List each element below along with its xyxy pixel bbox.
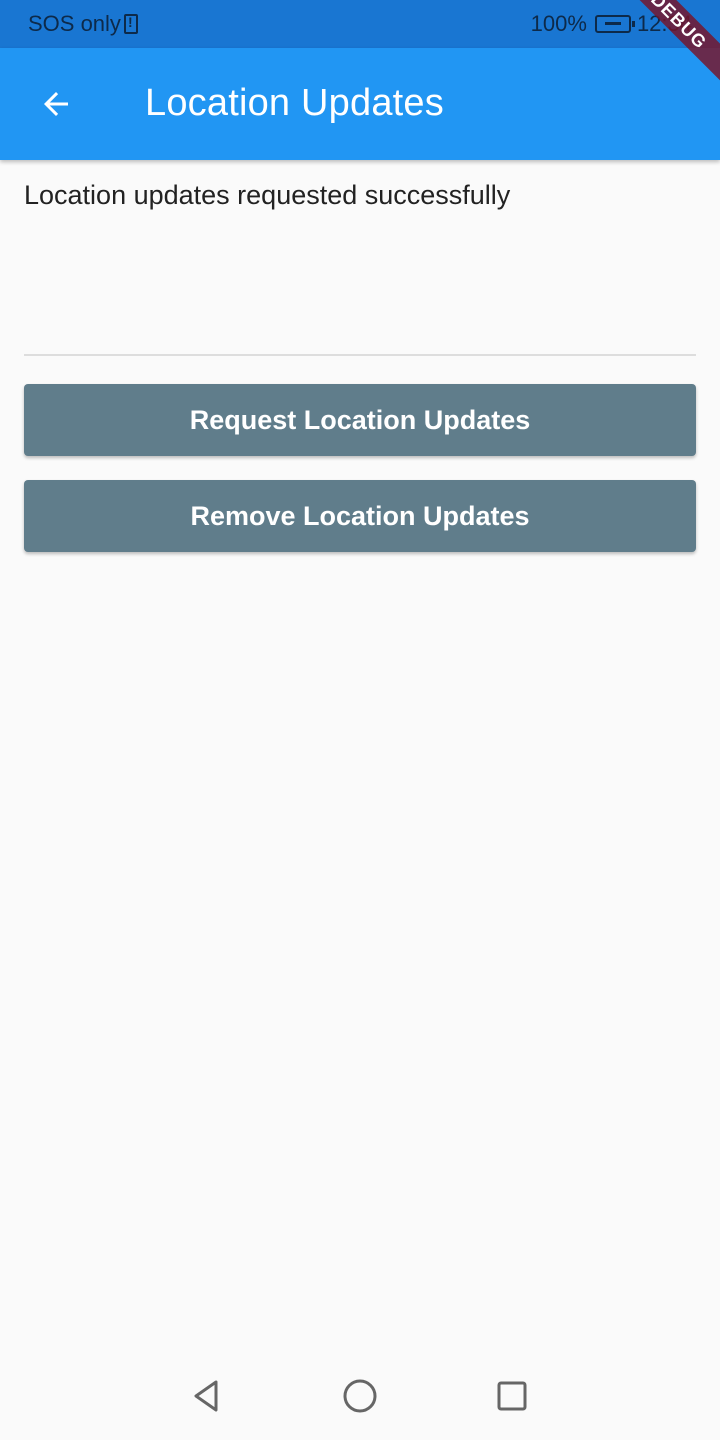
battery-charging-icon bbox=[594, 15, 635, 33]
battery-percent: 100% bbox=[530, 11, 587, 36]
carrier-text: SOS only bbox=[28, 11, 121, 36]
status-left: SOS only bbox=[28, 11, 138, 37]
remove-location-updates-button[interactable]: Remove Location Updates bbox=[24, 480, 696, 552]
request-location-updates-button[interactable]: Request Location Updates bbox=[24, 384, 696, 456]
sim-alert-icon bbox=[123, 14, 138, 34]
back-button[interactable] bbox=[24, 76, 88, 132]
arrow-back-icon bbox=[44, 92, 68, 116]
system-nav-bar bbox=[0, 1352, 720, 1440]
nav-recents-button[interactable] bbox=[490, 1374, 534, 1418]
app-bar: Location Updates bbox=[0, 48, 720, 160]
nav-back-icon bbox=[194, 1380, 218, 1412]
nav-back-button[interactable] bbox=[184, 1374, 228, 1418]
nav-home-button[interactable] bbox=[338, 1374, 382, 1418]
nav-home-icon bbox=[343, 1379, 377, 1413]
divider bbox=[24, 354, 696, 356]
status-message: Location updates requested successfully bbox=[24, 180, 511, 210]
status-bar: SOS only 100% 12:34 bbox=[0, 0, 720, 48]
nav-recents-icon bbox=[497, 1381, 527, 1411]
page-title: Location Updates bbox=[145, 82, 444, 124]
